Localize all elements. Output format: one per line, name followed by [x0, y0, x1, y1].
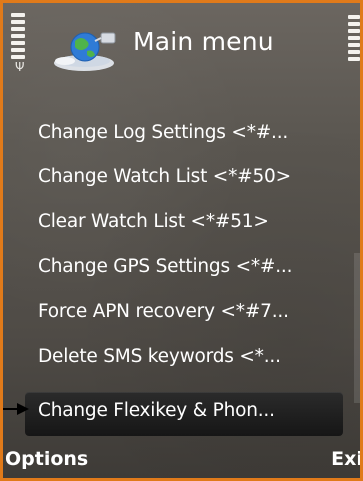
menu-item[interactable]: Change Watch List <*#50>: [38, 166, 291, 187]
softkey-bar: Options Exit: [3, 444, 360, 478]
menu-item[interactable]: Change Log Settings <*#...: [38, 122, 288, 143]
scrollbar[interactable]: [354, 253, 360, 403]
page-title: Main menu: [133, 27, 274, 56]
signal-strength-icon: Ψ: [9, 13, 33, 73]
antenna-icon: Ψ: [15, 60, 25, 74]
menu-item[interactable]: Force APN recovery <*#7...: [38, 301, 289, 322]
globe-satellite-icon: [54, 32, 116, 71]
phone-screen: Ψ Main menu Change Log Settings <*#... C…: [0, 0, 363, 481]
arrow-right-icon: [3, 403, 29, 415]
battery-level-icon: [348, 15, 360, 77]
menu-item-selected[interactable]: Change Flexikey & Phon...: [38, 400, 275, 421]
menu-item[interactable]: Delete SMS keywords <*...: [38, 346, 281, 367]
exit-softkey[interactable]: Exit: [331, 448, 360, 470]
options-softkey[interactable]: Options: [5, 448, 88, 470]
menu-item[interactable]: Change GPS Settings <*#...: [38, 256, 292, 277]
menu-item[interactable]: Clear Watch List <*#51>: [38, 211, 269, 232]
